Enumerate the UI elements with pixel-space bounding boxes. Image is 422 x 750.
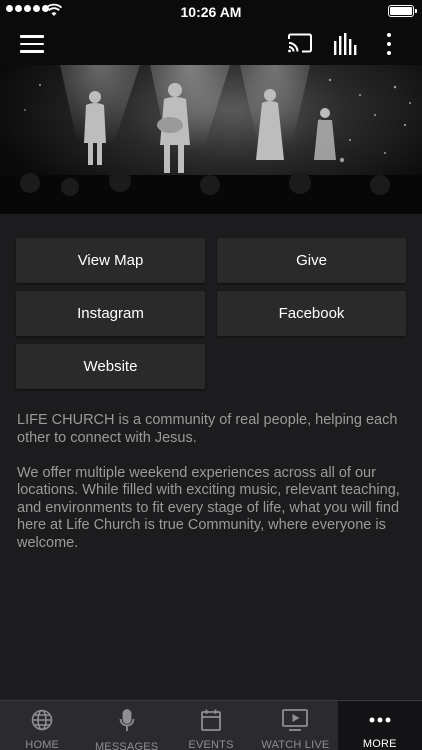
microphone-icon [119,709,135,733]
tab-label-home: HOME [25,739,60,750]
play-screen-icon [282,709,309,731]
app-bar [0,24,422,65]
cast-icon[interactable] [287,33,313,53]
view-map-button[interactable]: View Map [16,238,205,283]
battery-icon [388,5,417,17]
website-button[interactable]: Website [16,344,205,389]
tab-more[interactable]: MORE [337,701,422,750]
status-time: 10:26 AM [180,4,242,20]
description-paragraph-1: LIFE CHURCH is a community of real peopl… [17,412,398,446]
tab-events[interactable]: EVENTS [169,701,253,750]
tab-label-events: EVENTS [188,739,234,750]
facebook-button[interactable]: Facebook [217,291,406,336]
tab-watch-live[interactable]: WATCH LIVE [253,701,337,750]
tab-messages[interactable]: MESSAGES [84,701,168,750]
more-options-icon[interactable] [380,32,398,56]
bottom-tab-bar: HOME MESSAGES EVENTS WATCH LIVE MORE [0,700,422,750]
globe-icon [31,709,53,731]
tab-label-more: MORE [362,738,397,750]
more-dots-icon [369,709,391,730]
tab-label-watch-live: WATCH LIVE [261,739,330,750]
calendar-icon [201,709,221,731]
tab-home[interactable]: HOME [0,701,84,750]
instagram-button[interactable]: Instagram [16,291,205,336]
church-description: LIFE CHURCH is a community of real peopl… [17,412,409,570]
give-button[interactable]: Give [217,238,406,283]
hamburger-menu-icon[interactable] [20,35,44,53]
tab-label-messages: MESSAGES [94,741,159,750]
audio-levels-icon[interactable] [333,33,357,55]
description-paragraph-2: We offer multiple weekend experiences ac… [17,464,400,551]
hero-worship-image [0,65,422,214]
status-bar: 10:26 AM [0,0,422,24]
